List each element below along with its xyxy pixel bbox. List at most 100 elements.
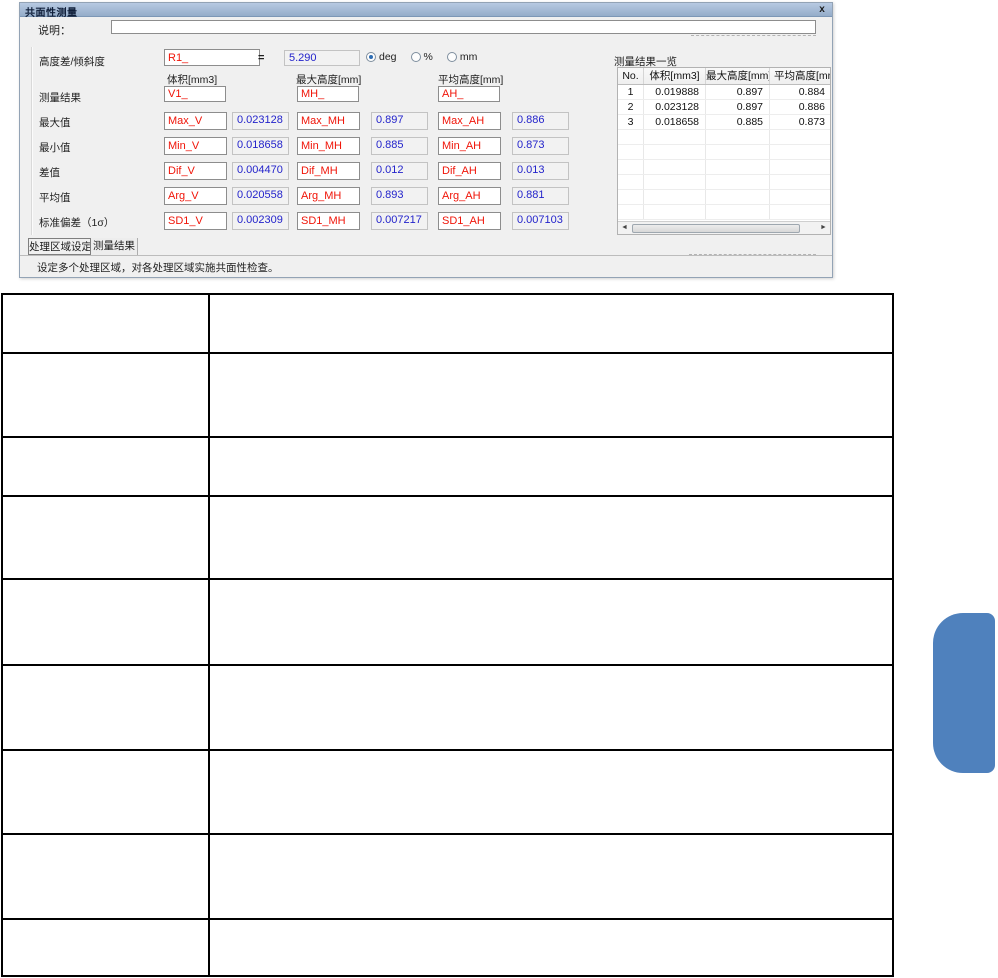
- variable-name-field[interactable]: [438, 212, 501, 230]
- variable-name-field[interactable]: [297, 112, 360, 130]
- variable-name-field[interactable]: [164, 137, 227, 155]
- column-header-volume: 体积[mm3]: [167, 74, 218, 86]
- horizontal-scrollbar[interactable]: ◄ ►: [618, 221, 830, 234]
- table-cell: [770, 205, 830, 219]
- table-row[interactable]: [618, 130, 830, 145]
- table-cell: [706, 130, 770, 144]
- equals-sign: =: [258, 52, 265, 64]
- variable-name-field[interactable]: [297, 187, 360, 205]
- page: 共面性测量 x 说明： 高度差/倾斜度 = 5.290 deg% mm 体积[mm…: [0, 0, 998, 978]
- height-diff-name-field[interactable]: [164, 49, 260, 66]
- table-cell: 0.897: [706, 85, 770, 99]
- result-name-field-volume[interactable]: [164, 86, 226, 102]
- table-cell: [770, 130, 830, 144]
- table-row: [1, 495, 894, 580]
- table-row[interactable]: 2 0.023128 0.897 0.886: [618, 100, 830, 115]
- document-table-cell: [1, 495, 210, 580]
- close-icon[interactable]: x: [816, 3, 828, 16]
- table-row[interactable]: [618, 175, 830, 190]
- result-row-label: 测量结果: [39, 92, 81, 104]
- table-row: [1, 749, 894, 835]
- dialog-titlebar[interactable]: 共面性测量 x: [20, 3, 832, 19]
- dialog-title: 共面性测量: [25, 8, 78, 19]
- value-field: 0.885: [371, 137, 428, 155]
- result-name-field-avgheight[interactable]: [438, 86, 500, 102]
- scroll-right-icon[interactable]: ►: [817, 222, 830, 234]
- table-cell: 0.884: [770, 85, 830, 99]
- tab-measurement-result[interactable]: 测量结果: [91, 238, 138, 255]
- variable-name-field[interactable]: [438, 162, 501, 180]
- radio-icon: [366, 52, 376, 62]
- variable-name-field[interactable]: [297, 137, 360, 155]
- variable-name-field[interactable]: [164, 187, 227, 205]
- unit-radios: deg% mm: [366, 51, 491, 63]
- document-table-cell: [208, 664, 894, 751]
- table-row[interactable]: [618, 190, 830, 205]
- radio-icon: [446, 52, 457, 62]
- table-cell: 0.873: [770, 115, 830, 129]
- value-field: 0.020558: [232, 187, 289, 205]
- dashed-separator-bottom: [689, 254, 816, 255]
- table-row[interactable]: 1 0.019888 0.897 0.884: [618, 85, 830, 100]
- table-row[interactable]: [618, 160, 830, 175]
- table-cell: 0.886: [770, 100, 830, 114]
- unit-radio-mm[interactable]: mm: [446, 51, 478, 63]
- variable-name-field[interactable]: [164, 212, 227, 230]
- table-row[interactable]: [618, 145, 830, 160]
- table-cell: [618, 190, 644, 204]
- table-cell: [618, 205, 644, 219]
- table-row: [1, 833, 894, 920]
- scroll-left-icon[interactable]: ◄: [618, 222, 631, 234]
- table-cell: 0.019888: [644, 85, 706, 99]
- results-table-header: No.体积[mm3]最大高度[mm]平均高度[mm]: [618, 68, 830, 85]
- unit-radio-%[interactable]: %: [410, 51, 433, 63]
- unit-radio-label: deg: [379, 51, 397, 63]
- table-row: [1, 918, 894, 977]
- document-table-cell: [1, 918, 210, 977]
- variable-name-field[interactable]: [438, 112, 501, 130]
- variable-name-field[interactable]: [297, 162, 360, 180]
- table-cell: [706, 205, 770, 219]
- table-cell: 1: [618, 85, 644, 99]
- document-table-cell: [208, 833, 894, 920]
- value-field: 0.873: [512, 137, 569, 155]
- table-row: [1, 578, 894, 666]
- unit-radio-label: mm: [459, 51, 478, 63]
- table-cell: [644, 190, 706, 204]
- result-name-field-maxheight[interactable]: [297, 86, 359, 102]
- table-row[interactable]: 3 0.018658 0.885 0.873: [618, 115, 830, 130]
- tab-processing-area[interactable]: 处理区域设定: [28, 238, 91, 255]
- variable-name-field[interactable]: [164, 112, 227, 130]
- table-cell: [644, 145, 706, 159]
- variable-name-field[interactable]: [438, 137, 501, 155]
- table-cell: 3: [618, 115, 644, 129]
- variable-name-field[interactable]: [438, 187, 501, 205]
- table-cell: [770, 160, 830, 174]
- unit-radio-label: %: [423, 51, 433, 63]
- scrollbar-thumb[interactable]: [632, 223, 800, 233]
- value-field: 0.897: [371, 112, 428, 130]
- unit-radio-deg[interactable]: deg: [366, 51, 397, 63]
- variable-name-field[interactable]: [164, 162, 227, 180]
- table-cell: 0.885: [706, 115, 770, 129]
- table-cell: [618, 160, 644, 174]
- document-table-cell: [1, 578, 210, 666]
- column-header-avgheight: 平均高度[mm]: [438, 74, 504, 86]
- value-field: 0.886: [512, 112, 569, 130]
- height-diff-label: 高度差/倾斜度: [39, 56, 105, 68]
- results-column-header: 体积[mm3]: [644, 68, 706, 84]
- description-input[interactable]: [111, 20, 816, 34]
- table-cell: [618, 130, 644, 144]
- document-table-cell: [1, 352, 210, 438]
- document-table-cell: [208, 918, 894, 977]
- value-field: 0.007217: [371, 212, 428, 230]
- stat-row-label: 平均值: [39, 192, 71, 204]
- value-field: 0.893: [371, 187, 428, 205]
- value-field: 0.004470: [232, 162, 289, 180]
- value-field: 0.023128: [232, 112, 289, 130]
- variable-name-field[interactable]: [297, 212, 360, 230]
- document-table-cell: [208, 495, 894, 580]
- stat-row-label: 最小值: [39, 142, 71, 154]
- table-row: [1, 436, 894, 497]
- table-row[interactable]: [618, 205, 830, 220]
